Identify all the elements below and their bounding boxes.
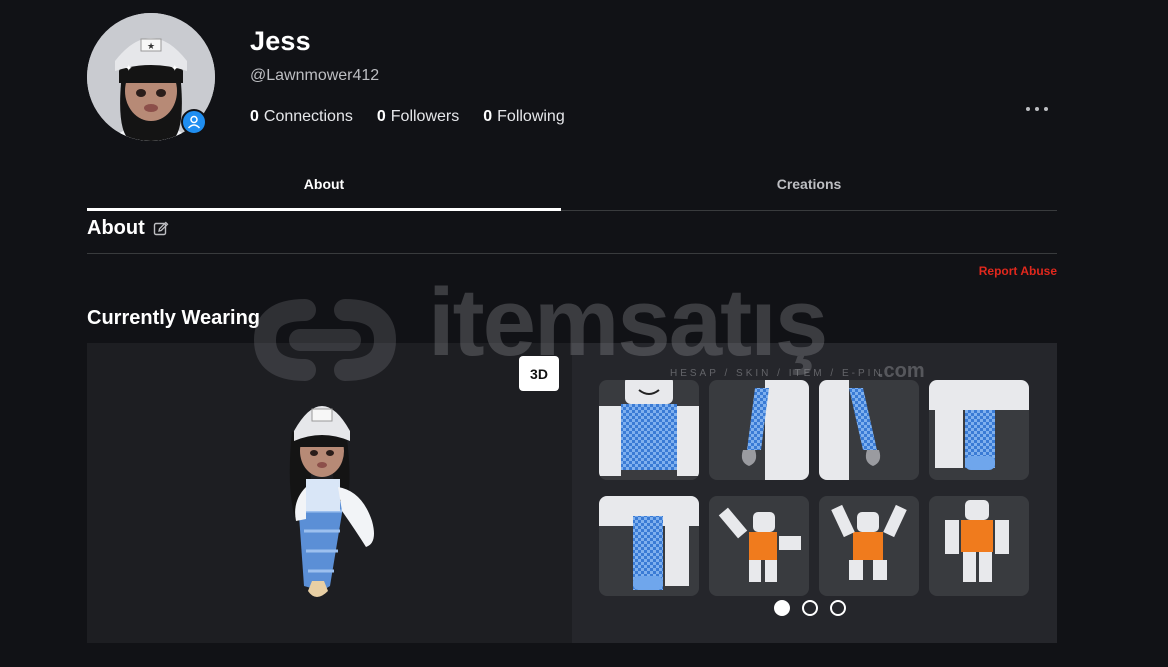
avatar-full-body-icon: [289, 406, 374, 597]
page-dot[interactable]: [774, 600, 790, 616]
avatar-preview[interactable]: [87, 343, 572, 643]
watermark-brand: itemsatış: [428, 269, 828, 376]
checkered-pants-icon: [599, 496, 699, 590]
pagination-dots: [774, 600, 846, 616]
stat-label: Followers: [390, 108, 460, 125]
about-section-title: About: [87, 217, 169, 240]
wearing-item-tile[interactable]: [599, 496, 699, 596]
wearing-item-tile[interactable]: [709, 380, 809, 480]
emote-dance-icon: [718, 507, 801, 582]
wearing-item-tile[interactable]: [929, 496, 1029, 596]
emote-dance-icon: [831, 504, 907, 580]
stat-count: 0: [376, 108, 386, 125]
stat-count: 0: [250, 108, 259, 125]
username: @Lawnmower412: [250, 67, 380, 84]
tab-creations[interactable]: Creations: [561, 176, 1057, 210]
wearing-item-tile[interactable]: [929, 380, 1029, 480]
checkered-pants-icon: [929, 380, 1029, 470]
about-heading: About: [87, 217, 145, 239]
stat-followers[interactable]: 0 Followers: [377, 108, 459, 126]
display-name: Jess: [250, 26, 311, 56]
wearing-item-tile[interactable]: [819, 380, 919, 480]
stat-count: 0: [483, 108, 493, 125]
more-options-icon[interactable]: [1026, 101, 1048, 117]
svg-text:✦: ✦: [125, 63, 133, 73]
page-dot[interactable]: [802, 600, 818, 616]
about-divider: [87, 253, 1057, 254]
stat-following[interactable]: 0 Following: [483, 108, 565, 126]
checkered-shirt-icon: [599, 380, 699, 480]
presence-badge: [181, 109, 207, 135]
checkered-arm-icon: [741, 380, 809, 480]
stat-label: Following: [497, 108, 565, 125]
tab-about[interactable]: About: [87, 176, 561, 210]
watermark-suffix: .com: [878, 360, 925, 382]
wearing-item-tile[interactable]: [819, 496, 919, 596]
page-dot[interactable]: [830, 600, 846, 616]
active-tab-indicator: [87, 208, 561, 211]
svg-text:★: ★: [147, 41, 155, 51]
report-abuse-link[interactable]: Report Abuse: [900, 264, 1057, 278]
svg-text:✦: ✦: [171, 63, 179, 73]
checkered-arm-icon: [819, 380, 881, 480]
user-icon: [187, 115, 201, 129]
stat-label: Connections: [263, 108, 353, 125]
wearing-item-tile[interactable]: [709, 496, 809, 596]
profile-stats: 0 Connections 0 Followers 0 Following: [250, 108, 565, 126]
wearing-items-grid: [599, 380, 1029, 596]
wearing-item-tile[interactable]: [599, 380, 699, 480]
emote-pose-icon: [945, 500, 1009, 582]
watermark-tagline: HESAP / SKIN / ITEM / E-PIN: [670, 368, 884, 379]
stat-connections[interactable]: 0 Connections: [250, 108, 353, 126]
currently-wearing-title: Currently Wearing: [87, 307, 260, 329]
edit-icon[interactable]: [153, 221, 169, 237]
